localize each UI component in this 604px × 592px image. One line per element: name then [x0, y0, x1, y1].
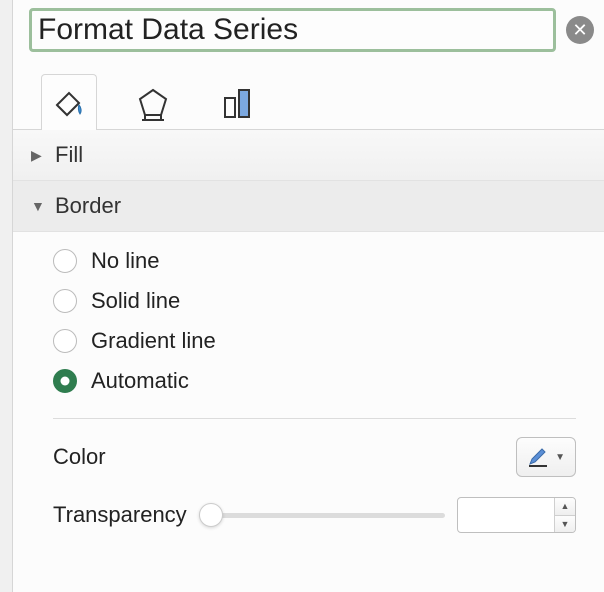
panel-header: Format Data Series ✕	[13, 0, 604, 56]
transparency-input[interactable]	[458, 498, 554, 532]
radio-label: Solid line	[91, 288, 180, 314]
fill-line-tab[interactable]	[41, 74, 97, 130]
radio-indicator	[53, 329, 77, 353]
format-data-series-panel: Format Data Series ✕	[12, 0, 604, 592]
radio-gradient-line[interactable]: Gradient line	[53, 328, 576, 354]
bar-chart-icon	[219, 85, 255, 121]
spinner-down[interactable]: ▼	[555, 515, 575, 532]
radio-indicator	[53, 249, 77, 273]
transparency-spinner: ▲ ▼	[457, 497, 576, 533]
effects-tab[interactable]	[125, 74, 181, 130]
radio-label: Automatic	[91, 368, 189, 394]
fill-section-header[interactable]: ▶ Fill	[13, 130, 604, 181]
border-line-type-group: No line Solid line Gradient line Automat…	[53, 248, 576, 394]
radio-automatic[interactable]: Automatic	[53, 368, 576, 394]
radio-no-line[interactable]: No line	[53, 248, 576, 274]
spinner-up[interactable]: ▲	[555, 498, 575, 515]
transparency-row: Transparency ▲ ▼	[53, 497, 576, 533]
spinner-buttons: ▲ ▼	[554, 498, 575, 532]
radio-indicator	[53, 289, 77, 313]
chevron-down-icon: ▼	[31, 198, 45, 214]
radio-label: No line	[91, 248, 159, 274]
fill-section-label: Fill	[55, 142, 83, 168]
border-section-header[interactable]: ▼ Border	[13, 181, 604, 232]
dropdown-arrow-icon: ▼	[555, 452, 565, 463]
series-options-tab[interactable]	[209, 74, 265, 130]
format-tabs	[13, 56, 604, 130]
color-picker[interactable]: ▼	[516, 437, 576, 477]
transparency-slider[interactable]	[199, 503, 445, 527]
chevron-right-icon: ▶	[31, 147, 45, 164]
divider	[53, 418, 576, 419]
pencil-icon	[527, 446, 549, 468]
close-icon: ✕	[572, 20, 587, 41]
slider-thumb[interactable]	[199, 503, 223, 527]
radio-solid-line[interactable]: Solid line	[53, 288, 576, 314]
panel-title: Format Data Series	[29, 8, 556, 52]
border-section-body: No line Solid line Gradient line Automat…	[13, 232, 604, 543]
close-button[interactable]: ✕	[566, 16, 594, 44]
border-section-label: Border	[55, 193, 121, 219]
radio-indicator	[53, 369, 77, 393]
transparency-label: Transparency	[53, 502, 187, 528]
color-label: Color	[53, 444, 106, 470]
radio-label: Gradient line	[91, 328, 216, 354]
color-row: Color ▼	[53, 437, 576, 477]
slider-track	[199, 513, 445, 518]
paint-bucket-icon	[51, 85, 87, 121]
pentagon-icon	[135, 85, 171, 121]
